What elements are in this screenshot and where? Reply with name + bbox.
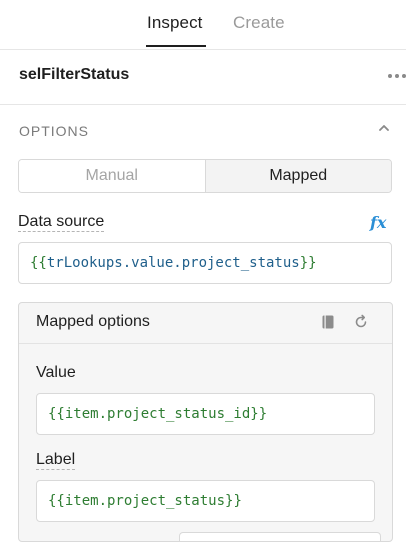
value-input[interactable]: {{ item.project_status_id }} <box>36 393 375 435</box>
code-close-brace: }} <box>250 406 268 422</box>
inspector-tabs: Inspect Create <box>0 0 406 50</box>
data-source-input[interactable]: {{trLookups.value.project_status}} <box>18 242 392 284</box>
component-name: selFilterStatus <box>19 66 130 83</box>
data-source-label: Data source <box>18 213 105 232</box>
reset-icon[interactable] <box>353 314 369 330</box>
tab-create[interactable]: Create <box>233 13 285 33</box>
mapped-options-panel: Mapped options Value {{ item.project_sta… <box>18 302 393 542</box>
section-title-options: OPTIONS <box>19 123 90 139</box>
fx-icon[interactable]: fx <box>370 213 386 232</box>
chevron-up-icon[interactable] <box>377 121 391 135</box>
value-label: Value <box>36 364 76 381</box>
code-expression: item.project_status_id <box>64 406 251 422</box>
code-expression: item.project_status <box>64 493 226 509</box>
ellipsis-icon[interactable] <box>387 66 406 86</box>
options-mode-toggle: Manual Mapped <box>18 159 392 193</box>
mode-mapped-button[interactable]: Mapped <box>204 160 391 192</box>
mode-manual-button[interactable]: Manual <box>19 160 205 192</box>
code-close-brace: }} <box>225 493 242 509</box>
component-header: selFilterStatus <box>0 50 406 105</box>
active-tab-indicator <box>146 45 206 47</box>
label-input[interactable]: {{ item.project_status }} <box>36 480 375 522</box>
book-icon[interactable] <box>320 314 336 330</box>
code-expression: trLookups.value.project_status <box>46 255 300 271</box>
tab-inspect[interactable]: Inspect <box>147 13 203 33</box>
label-field-label: Label <box>36 451 76 470</box>
code-open-brace: {{ <box>48 406 65 422</box>
mapped-options-header: Mapped options <box>19 303 392 344</box>
code-close-brace: }} <box>299 255 317 271</box>
code-open-brace: {{ <box>30 255 47 271</box>
next-field-input[interactable] <box>179 532 381 541</box>
mapped-options-title: Mapped options <box>36 313 150 330</box>
code-open-brace: {{ <box>48 493 65 509</box>
